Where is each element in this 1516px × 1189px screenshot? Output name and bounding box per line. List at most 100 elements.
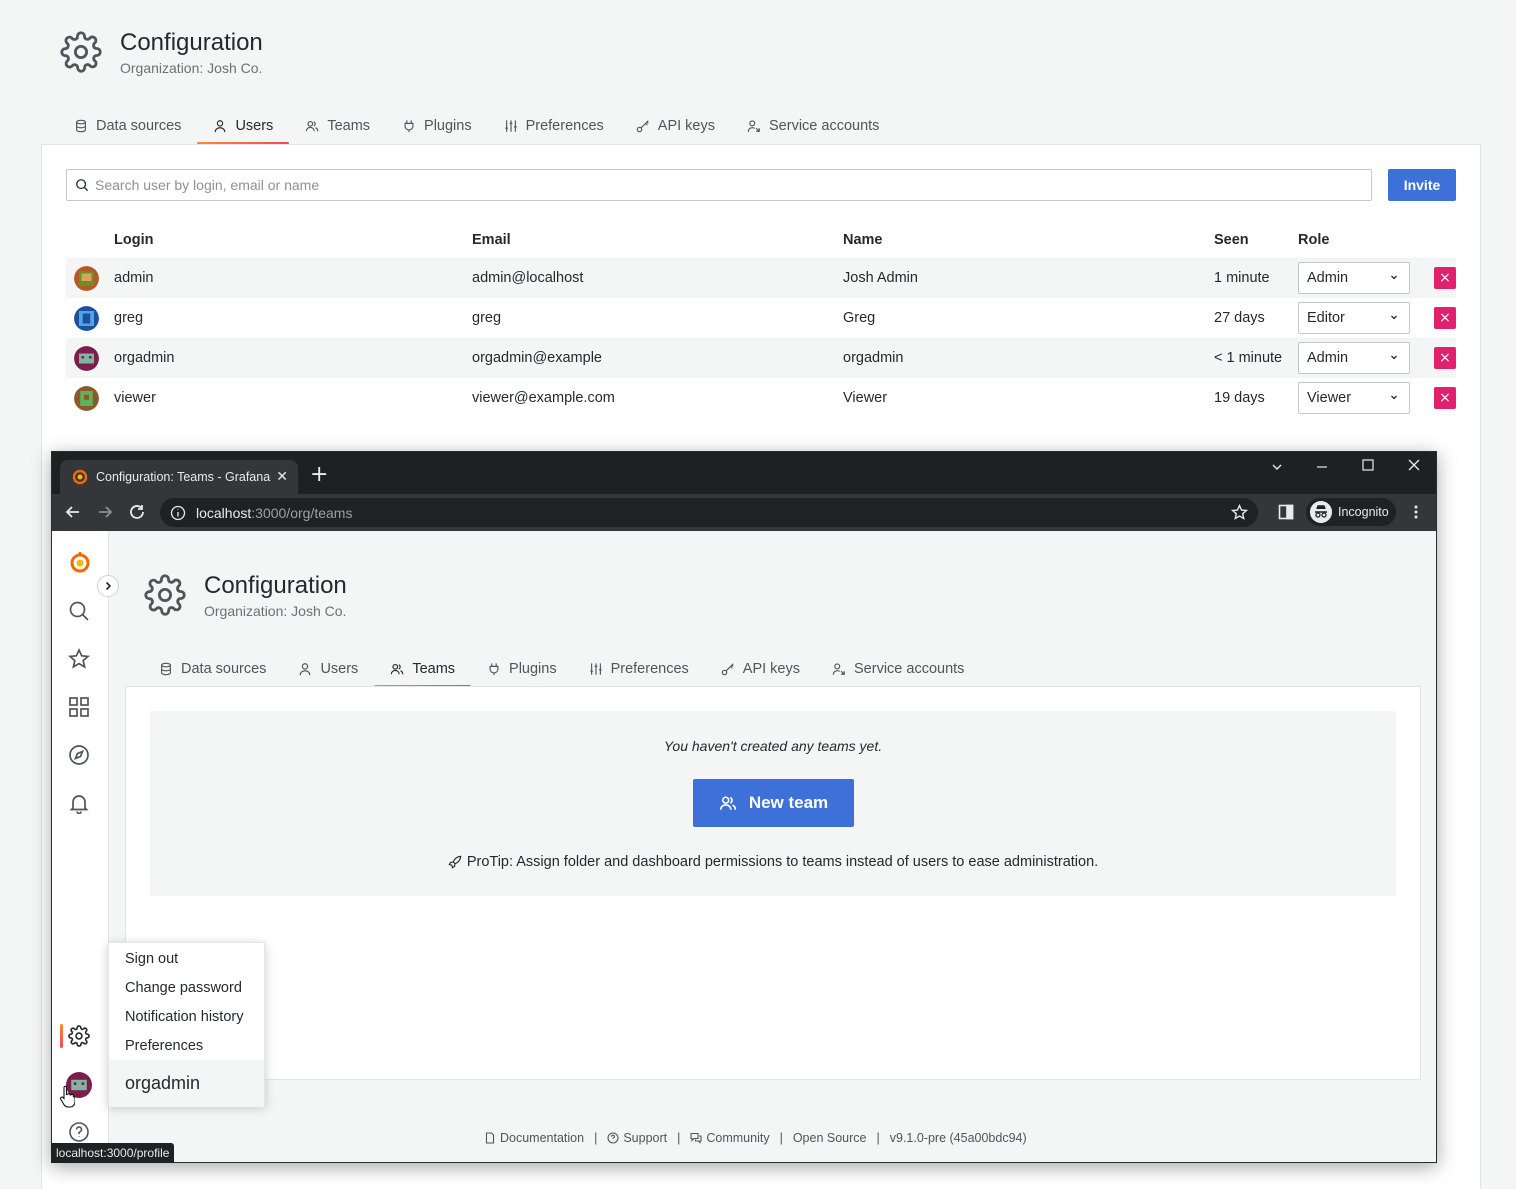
- role-select[interactable]: Admin: [1298, 342, 1410, 374]
- star-icon[interactable]: [68, 648, 90, 670]
- tab-service-accounts[interactable]: Service accounts: [816, 651, 980, 687]
- gear-icon[interactable]: [68, 1025, 90, 1047]
- help-icon[interactable]: [68, 1121, 90, 1143]
- status-bar-url: localhost:3000/profile: [51, 1143, 175, 1163]
- teams-panel: You haven't created any teams yet. New t…: [125, 686, 1421, 1080]
- grafana-logo-icon: [72, 469, 88, 485]
- kebab-menu-icon[interactable]: [1408, 504, 1424, 520]
- close-window-icon[interactable]: [1407, 458, 1421, 472]
- user-login[interactable]: admin: [114, 258, 472, 298]
- footer-link-label: Open Source: [792, 1131, 867, 1145]
- tab-users[interactable]: Users: [197, 108, 290, 145]
- address-bar[interactable]: localhost:3000/org/teams: [160, 498, 1258, 527]
- browser-toolbar: localhost:3000/org/teams Incognito: [52, 494, 1436, 531]
- tab-label: Preferences: [525, 118, 604, 134]
- menu-username[interactable]: orgadmin: [109, 1060, 264, 1107]
- role-value: Editor: [1307, 310, 1345, 326]
- user-login[interactable]: viewer: [114, 378, 472, 418]
- user-menu: Sign out Change password Notification hi…: [108, 942, 265, 1107]
- user-name: Viewer: [843, 390, 888, 406]
- role-select[interactable]: Admin: [1298, 262, 1410, 294]
- footer-community-link[interactable]: Community: [690, 1131, 770, 1145]
- tab-preferences[interactable]: Preferences: [573, 651, 705, 687]
- tab-label: API keys: [742, 661, 800, 677]
- tab-label: Data sources: [181, 661, 267, 677]
- grafana-logo-icon[interactable]: [68, 551, 92, 575]
- role-value: Viewer: [1307, 390, 1352, 406]
- tab-users[interactable]: Users: [282, 651, 374, 687]
- document-icon: [485, 1132, 495, 1144]
- role-select[interactable]: Viewer: [1298, 382, 1410, 414]
- user-icon: [215, 120, 226, 133]
- tab-api-keys[interactable]: API keys: [705, 651, 816, 687]
- menu-item-change-password[interactable]: Change password: [125, 980, 242, 996]
- expand-sidebar-button[interactable]: [97, 575, 119, 597]
- search-input[interactable]: [95, 177, 1327, 193]
- user-login[interactable]: greg: [114, 298, 472, 338]
- sliders-icon: [589, 663, 602, 675]
- reload-icon[interactable]: [128, 503, 146, 521]
- compass-explore-icon[interactable]: [68, 744, 90, 766]
- user-email: greg: [472, 310, 502, 326]
- invite-button[interactable]: Invite: [1388, 169, 1456, 201]
- config-tabs: Data sources Users Teams Plugins Prefere…: [58, 108, 895, 145]
- new-team-button[interactable]: New team: [693, 779, 854, 827]
- side-panel-icon[interactable]: [1278, 504, 1294, 520]
- tab-api-keys[interactable]: API keys: [620, 108, 731, 144]
- user-icon: [300, 663, 311, 676]
- menu-item-preferences[interactable]: Preferences: [125, 1038, 203, 1054]
- user-login[interactable]: orgadmin: [114, 338, 472, 378]
- search-icon[interactable]: [68, 600, 90, 622]
- forward-icon[interactable]: [96, 503, 114, 521]
- footer-documentation-link[interactable]: Documentation: [484, 1131, 584, 1145]
- user-search[interactable]: [66, 169, 1372, 201]
- tab-search-icon[interactable]: [1270, 460, 1284, 474]
- tab-teams[interactable]: Teams: [289, 108, 386, 144]
- rocket-icon: [448, 855, 462, 869]
- key-icon: [721, 663, 734, 676]
- tab-data-sources[interactable]: Data sources: [143, 651, 282, 687]
- site-info-icon[interactable]: [170, 505, 186, 521]
- avatar: [74, 385, 99, 411]
- remove-user-button[interactable]: ×: [1434, 347, 1456, 369]
- maximize-icon[interactable]: [1361, 458, 1375, 472]
- page-subtitle: Organization: Josh Co.: [120, 60, 263, 76]
- tab-teams[interactable]: Teams: [374, 651, 471, 688]
- config-tabs: Data sources Users Teams Plugins Prefere…: [143, 651, 980, 688]
- footer-open-source-link[interactable]: Open Source: [793, 1131, 867, 1145]
- tab-data-sources[interactable]: Data sources: [58, 108, 197, 144]
- tab-plugins[interactable]: Plugins: [471, 651, 573, 687]
- back-icon[interactable]: [64, 503, 82, 521]
- user-email: viewer@example.com: [472, 390, 615, 406]
- new-tab-icon[interactable]: +: [310, 464, 328, 486]
- user-seen: 1 minute: [1214, 258, 1298, 298]
- menu-item-notification-history[interactable]: Notification history: [125, 1009, 243, 1025]
- tab-plugins[interactable]: Plugins: [386, 108, 488, 144]
- bell-alerting-icon[interactable]: [68, 792, 90, 814]
- dashboards-grid-icon[interactable]: [68, 696, 90, 718]
- remove-user-button[interactable]: ×: [1434, 307, 1456, 329]
- column-header-email: Email: [472, 231, 511, 248]
- comments-icon: [690, 1132, 702, 1144]
- menu-item-sign-out[interactable]: Sign out: [125, 951, 178, 967]
- browser-tab[interactable]: Configuration: Teams - Grafana ✕: [60, 460, 298, 494]
- close-tab-icon[interactable]: ✕: [276, 469, 288, 485]
- database-icon: [161, 662, 171, 676]
- footer-support-link[interactable]: Support: [607, 1131, 667, 1145]
- empty-message: You haven't created any teams yet.: [663, 738, 883, 754]
- table-header: Login Email Name Seen Role: [66, 221, 1456, 258]
- role-select[interactable]: Editor: [1298, 302, 1410, 334]
- star-bookmark-icon[interactable]: [1231, 504, 1248, 521]
- tab-label: Preferences: [610, 661, 689, 677]
- minimize-icon[interactable]: [1315, 460, 1329, 474]
- page-header: Configuration Organization: Josh Co.: [144, 571, 347, 619]
- column-header-login: Login: [114, 231, 154, 248]
- avatar: [74, 265, 99, 291]
- remove-user-button[interactable]: ×: [1434, 387, 1456, 409]
- incognito-badge[interactable]: Incognito: [1306, 498, 1396, 526]
- browser-window: Configuration: Teams - Grafana ✕ + local…: [51, 451, 1437, 1163]
- tab-service-accounts[interactable]: Service accounts: [731, 108, 895, 144]
- sidebar: [52, 531, 109, 1162]
- tab-preferences[interactable]: Preferences: [488, 108, 620, 144]
- remove-user-button[interactable]: ×: [1434, 267, 1456, 289]
